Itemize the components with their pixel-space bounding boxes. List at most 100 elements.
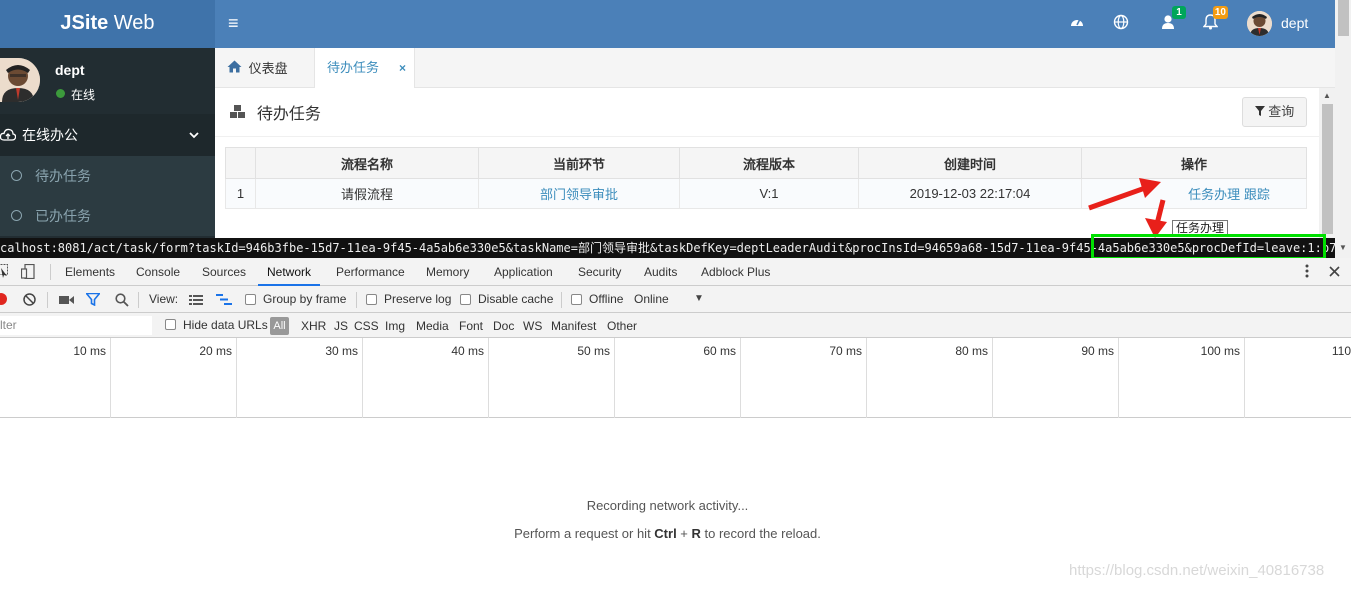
cell-version: V:1 — [679, 178, 859, 209]
filter-type-all[interactable]: All — [270, 317, 289, 335]
tab-dashboard[interactable]: 仪表盘 — [227, 48, 311, 88]
filter-icon[interactable] — [84, 292, 102, 309]
preserve-log-checkbox[interactable] — [366, 294, 377, 305]
toolbar-divider — [50, 264, 51, 280]
throttling-select[interactable]: Online — [634, 292, 669, 306]
column-header[interactable]: 创建时间 — [858, 147, 1082, 179]
tab-console[interactable]: Console — [136, 258, 180, 286]
offline-checkbox[interactable] — [571, 294, 582, 305]
network-overview-timeline[interactable]: 10 ms 20 ms 30 ms 40 ms 50 ms 60 ms 70 m… — [0, 338, 1351, 418]
hint-key-r: R — [691, 526, 701, 541]
inspect-element-icon[interactable] — [0, 264, 9, 281]
column-header[interactable]: 当前环节 — [478, 147, 680, 179]
cell-current-step[interactable]: 部门领导审批 — [478, 178, 680, 209]
sidebar-item-done[interactable]: 已办任务 — [0, 196, 215, 236]
page-title: 待办任务 — [229, 100, 321, 124]
chevron-down-icon[interactable]: ▼ — [694, 293, 704, 304]
timeline-tick: 90 ms — [993, 338, 1119, 418]
filter-type-media[interactable]: Media — [416, 319, 449, 333]
tab-performance[interactable]: Performance — [336, 258, 405, 286]
search-icon[interactable] — [115, 293, 129, 310]
tab-application[interactable]: Application — [494, 258, 553, 286]
sidebar-item-todo[interactable]: 待办任务 — [0, 156, 215, 196]
table-header-row: 流程名称 当前环节 流程版本 创建时间 操作 — [225, 147, 1307, 179]
online-status-label: 在线 — [71, 88, 96, 102]
filter-type-font[interactable]: Font — [459, 319, 483, 333]
dashboard-icon[interactable] — [1068, 14, 1086, 32]
toolbar-divider — [47, 292, 48, 308]
column-header[interactable]: 流程版本 — [679, 147, 859, 179]
scroll-thumb[interactable] — [1322, 104, 1333, 234]
hide-data-urls-checkbox[interactable] — [165, 319, 176, 330]
devtools-tabbar: Elements Console Sources Network Perform… — [0, 258, 1351, 286]
group-by-frame-label: Group by frame — [263, 292, 347, 306]
user-icon[interactable]: 1 — [1159, 6, 1186, 32]
filter-input[interactable]: lter — [0, 316, 152, 335]
scroll-down-icon[interactable]: ▼ — [1339, 243, 1347, 252]
filter-type-manifest[interactable]: Manifest — [551, 319, 596, 333]
green-highlight-annotation — [1091, 234, 1326, 260]
timeline-tick: 20 ms — [111, 338, 237, 418]
waterfall-icon[interactable] — [216, 294, 232, 308]
query-button[interactable]: 查询 — [1242, 97, 1307, 127]
tab-audits[interactable]: Audits — [644, 258, 677, 286]
cell-created-time: 2019-12-03 22:17:04 — [858, 178, 1082, 209]
top-username[interactable]: dept — [1281, 15, 1308, 31]
content-scrollbar[interactable]: ▲ — [1319, 88, 1335, 238]
circle-icon — [11, 210, 22, 221]
filter-type-ws[interactable]: WS — [523, 319, 542, 333]
close-devtools-icon[interactable] — [1329, 265, 1340, 280]
trace-link[interactable]: 跟踪 — [1244, 187, 1270, 202]
filter-type-xhr[interactable]: XHR — [301, 319, 326, 333]
close-icon[interactable]: × — [399, 48, 406, 88]
tab-label: 仪表盘 — [248, 61, 288, 76]
column-header[interactable]: 流程名称 — [255, 147, 479, 179]
screen: JSite Web ≡ 1 10 dept dept 在线 在线办公 待办任务 … — [0, 0, 1351, 589]
capture-screenshots-icon[interactable] — [59, 294, 74, 308]
avatar[interactable] — [1247, 11, 1272, 36]
hint-suffix: to record the reload. — [700, 526, 821, 541]
circle-icon — [11, 170, 22, 181]
filter-type-doc[interactable]: Doc — [493, 319, 514, 333]
tab-elements[interactable]: Elements — [65, 258, 115, 286]
globe-icon[interactable] — [1112, 14, 1130, 32]
large-rows-icon[interactable] — [189, 294, 203, 308]
filter-type-css[interactable]: CSS — [354, 319, 379, 333]
record-icon[interactable] — [0, 293, 7, 305]
bell-icon[interactable]: 10 — [1201, 6, 1228, 32]
tab-sources[interactable]: Sources — [202, 258, 246, 286]
tab-todo[interactable]: 待办任务 × — [314, 48, 415, 88]
tab-security[interactable]: Security — [578, 258, 621, 286]
page-title-text: 待办任务 — [256, 106, 321, 123]
tab-network[interactable]: Network — [258, 258, 321, 286]
menu-toggle-icon[interactable]: ≡ — [228, 13, 244, 33]
page-tabs: 仪表盘 待办任务 × — [215, 48, 1335, 88]
toolbar-divider — [356, 292, 357, 308]
filter-type-js[interactable]: JS — [334, 319, 348, 333]
app-logo[interactable]: JSite Web — [0, 0, 215, 48]
home-icon — [227, 48, 242, 88]
device-toolbar-icon[interactable] — [20, 263, 35, 282]
offline-label: Offline — [589, 292, 624, 306]
clear-icon[interactable] — [23, 293, 36, 309]
timeline-tick: 110 — [1331, 344, 1351, 358]
scroll-up-icon[interactable]: ▲ — [1323, 91, 1331, 100]
logo-rest: Web — [108, 12, 155, 34]
page-scrollbar[interactable]: ▼ — [1335, 0, 1351, 258]
cell-process-name: 请假流程 — [255, 178, 479, 209]
hint-key-ctrl: Ctrl — [654, 526, 677, 541]
bell-badge: 10 — [1212, 6, 1228, 19]
more-options-icon[interactable] — [1305, 264, 1309, 281]
filter-type-img[interactable]: Img — [385, 319, 405, 333]
timeline-tick: 10 ms — [0, 338, 111, 418]
tab-memory[interactable]: Memory — [426, 258, 469, 286]
disable-cache-checkbox[interactable] — [460, 294, 471, 305]
sidebar-avatar — [0, 58, 40, 102]
preserve-log-label: Preserve log — [384, 292, 452, 306]
group-by-frame-checkbox[interactable] — [245, 294, 256, 305]
menu-online-office[interactable]: 在线办公 — [0, 114, 215, 156]
cubes-icon — [229, 105, 251, 122]
filter-type-other[interactable]: Other — [607, 319, 637, 333]
tab-adblock-plus[interactable]: Adblock Plus — [701, 258, 770, 286]
scroll-thumb[interactable] — [1338, 0, 1349, 36]
